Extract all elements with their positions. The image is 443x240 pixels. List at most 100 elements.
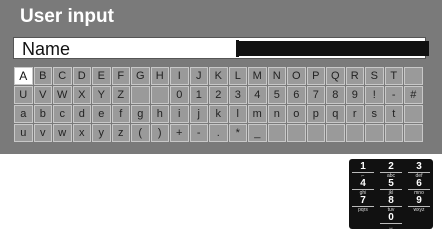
keyboard-key[interactable]: V (33, 86, 52, 104)
keyboard-key[interactable]: ! (365, 86, 384, 104)
keyboard-key[interactable]: c (53, 105, 72, 123)
keyboard-key[interactable]: q (326, 105, 345, 123)
keyboard-key[interactable]: O (287, 67, 306, 85)
keyboard-key[interactable]: k (209, 105, 228, 123)
keyboard-key[interactable] (306, 124, 325, 142)
keyboard-key[interactable]: 3 (228, 86, 247, 104)
keyboard-key[interactable]: f (111, 105, 130, 123)
keyboard-key[interactable] (345, 124, 364, 142)
keyboard-key[interactable]: ( (131, 124, 150, 142)
keyboard-key[interactable]: a (14, 105, 33, 123)
keyboard-key[interactable]: u (14, 124, 33, 142)
keyboard-key[interactable]: Y (92, 86, 111, 104)
keyboard-key[interactable]: m (248, 105, 267, 123)
keyboard-key[interactable]: n (267, 105, 286, 123)
keyboard-key[interactable]: j (189, 105, 208, 123)
keyboard-key[interactable]: T (384, 67, 403, 85)
keyboard-key[interactable]: r (345, 105, 364, 123)
keyboard-key[interactable]: 9 (345, 86, 364, 104)
keyboard-key[interactable]: F (111, 67, 130, 85)
keyboard-key[interactable]: _ (248, 124, 267, 142)
name-field-label: Name (22, 39, 71, 59)
keyboard-key[interactable]: x (72, 124, 91, 142)
keyboard-key[interactable]: R (345, 67, 364, 85)
keyboard-key[interactable]: ) (150, 124, 169, 142)
numpad-digit: 8 (380, 196, 402, 207)
keyboard-key[interactable]: S (365, 67, 384, 85)
keyboard-key[interactable]: I (170, 67, 189, 85)
keyboard-key[interactable]: b (33, 105, 52, 123)
keyboard-key[interactable]: h (150, 105, 169, 123)
keyboard-key[interactable]: p (306, 105, 325, 123)
keyboard-key[interactable] (404, 124, 423, 142)
keyboard-key[interactable]: w (53, 124, 72, 142)
keyboard-key[interactable]: W (53, 86, 72, 104)
keyboard-key[interactable] (267, 124, 286, 142)
name-field-value (239, 41, 429, 56)
keyboard-key[interactable] (131, 86, 150, 104)
numpad-letters: pqrs (358, 207, 368, 213)
name-field[interactable]: Name (13, 37, 429, 59)
keyboard-key[interactable]: v (33, 124, 52, 142)
numpad-key: 1 ⌐ (352, 162, 374, 179)
numpad-key: 9 wxyz (408, 196, 430, 213)
keyboard-key[interactable]: L (228, 67, 247, 85)
keyboard-key[interactable] (150, 86, 169, 104)
keyboard-key[interactable]: Q (326, 67, 345, 85)
numpad-key: 0 ␣ (380, 213, 402, 230)
keyboard-key[interactable]: z (111, 124, 130, 142)
keyboard-key[interactable]: K (209, 67, 228, 85)
keyboard-key[interactable]: A (14, 67, 33, 85)
numpad-digit: 4 (352, 179, 374, 190)
keyboard-key[interactable]: N (267, 67, 286, 85)
keyboard-key[interactable] (384, 124, 403, 142)
keyboard-key[interactable]: H (150, 67, 169, 85)
keyboard-key[interactable] (287, 124, 306, 142)
keyboard-key[interactable]: 7 (306, 86, 325, 104)
keyboard-key[interactable]: P (306, 67, 325, 85)
keyboard-key[interactable]: e (92, 105, 111, 123)
keyboard-key[interactable]: - (384, 86, 403, 104)
keyboard-key[interactable]: 1 (189, 86, 208, 104)
keyboard-key[interactable]: * (228, 124, 247, 142)
keyboard-key[interactable]: C (53, 67, 72, 85)
keyboard-key[interactable]: # (404, 86, 423, 104)
keyboard-key[interactable]: 2 (209, 86, 228, 104)
keyboard-key[interactable]: - (189, 124, 208, 142)
numpad-digit: 6 (408, 179, 430, 190)
keyboard-key[interactable]: 5 (267, 86, 286, 104)
remote-numpad-legend: 1 ⌐ 2 abc 3 def 4 ghi 5 jkl 6 mno 7 pqrs 8 tuv 9 wxyz 0 ␣ (349, 159, 433, 230)
keyboard-key[interactable]: M (248, 67, 267, 85)
numpad-digit: 9 (408, 196, 430, 207)
keyboard-key[interactable] (326, 124, 345, 142)
keyboard-key[interactable]: Z (111, 86, 130, 104)
keyboard-key[interactable]: G (131, 67, 150, 85)
numpad-key: 5 jkl (380, 179, 402, 196)
numpad-digit: 2 (380, 162, 402, 173)
keyboard-key[interactable]: y (92, 124, 111, 142)
keyboard-key[interactable]: i (170, 105, 189, 123)
keyboard-key[interactable]: t (384, 105, 403, 123)
keyboard-key[interactable] (404, 105, 423, 123)
keyboard-key[interactable]: 6 (287, 86, 306, 104)
keyboard-key[interactable]: l (228, 105, 247, 123)
keyboard-key[interactable]: 0 (170, 86, 189, 104)
keyboard-key[interactable]: 8 (326, 86, 345, 104)
keyboard-key[interactable]: g (131, 105, 150, 123)
keyboard-key[interactable] (404, 67, 423, 85)
numpad-key: 3 def (408, 162, 430, 179)
keyboard-key[interactable]: U (14, 86, 33, 104)
keyboard-key[interactable]: . (209, 124, 228, 142)
keyboard-key[interactable]: 4 (248, 86, 267, 104)
keyboard-key[interactable]: J (189, 67, 208, 85)
keyboard-key[interactable]: X (72, 86, 91, 104)
keyboard-key[interactable]: s (365, 105, 384, 123)
keyboard-key[interactable]: + (170, 124, 189, 142)
keyboard-key[interactable]: B (33, 67, 52, 85)
keyboard-key[interactable]: D (72, 67, 91, 85)
keyboard-key[interactable]: d (72, 105, 91, 123)
keyboard-key[interactable]: E (92, 67, 111, 85)
keyboard-key[interactable]: o (287, 105, 306, 123)
numpad-digit: 1 (352, 162, 374, 173)
keyboard-key[interactable] (365, 124, 384, 142)
